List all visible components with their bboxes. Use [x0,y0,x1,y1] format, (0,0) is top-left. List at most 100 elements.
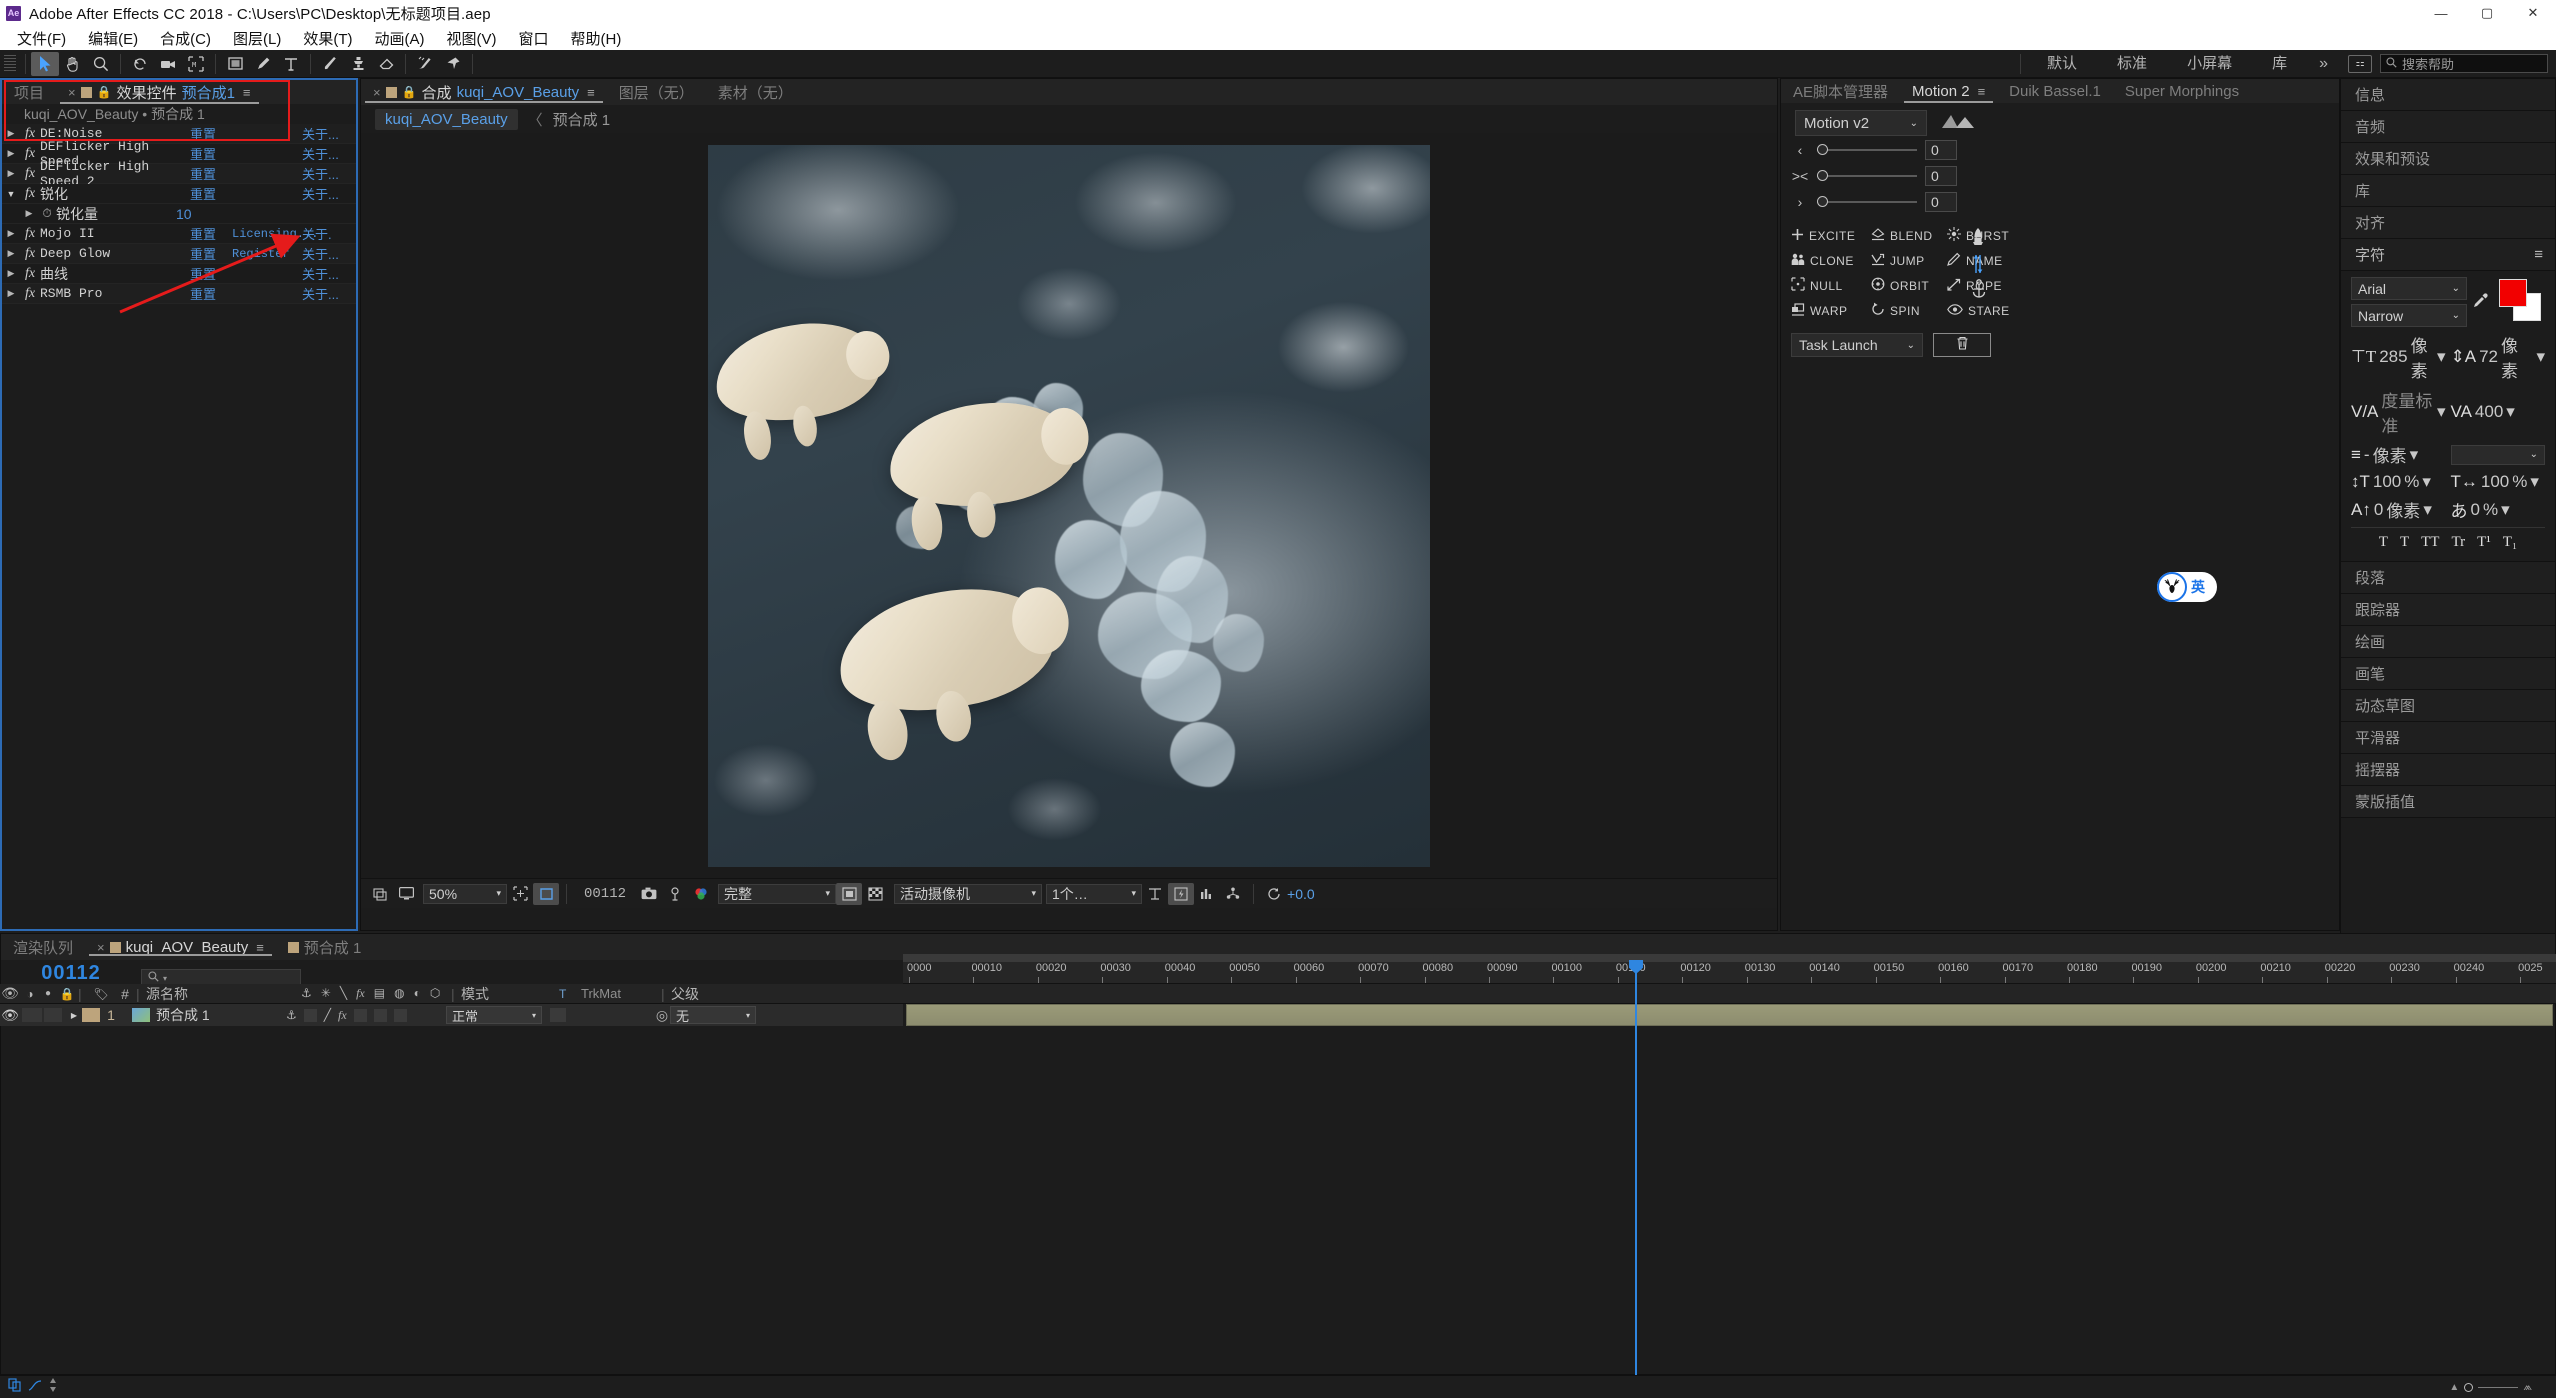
selection-tool[interactable] [31,51,59,76]
text-style-5[interactable]: T₁ [2503,534,2517,551]
toggle-switches-modes-icon[interactable] [8,1377,22,1397]
tab-effect-controls[interactable]: × 🔒 效果控件 预合成1 ≡ [56,80,263,104]
horizontal-scale-value[interactable]: 100 [2481,472,2509,492]
slider-value[interactable]: 0 [1925,192,1957,212]
show-snapshot-icon[interactable] [662,883,688,905]
tab-footage[interactable]: 素材（无） [706,82,805,103]
font-style-select[interactable]: Narrow ⌄ [2351,304,2467,327]
breadcrumb-root[interactable]: kuqi_AOV_Beauty [375,108,518,130]
workspace-settings-icon[interactable]: ⚏ [2348,54,2372,73]
composition-canvas[interactable] [361,133,1777,878]
motion-button-warp[interactable]: WARP [1791,298,1867,323]
fx-icon[interactable]: fx [20,246,40,262]
effect-row[interactable]: ▼ fx 锐化 重置 关于... [2,184,356,204]
fx-icon[interactable]: fx [20,266,40,282]
fast-preview-icon[interactable] [1168,882,1195,905]
chevron-down-icon[interactable]: ▾ [2536,347,2545,367]
tab-super-morphings[interactable]: Super Morphings [2113,79,2251,103]
workspace-库[interactable]: 库 [2252,50,2307,78]
slider-knob[interactable] [1817,196,1828,207]
zoom-in-icon[interactable]: ⩕ [2523,1381,2532,1394]
stopwatch-icon[interactable]: ⏱ [38,206,56,221]
ease-in-slider[interactable]: ‹ 0 [1781,137,2339,163]
layer-switches[interactable]: ⚓ ╱ fx [286,1008,436,1023]
slider-track[interactable] [1817,144,1917,155]
zoom-tool[interactable] [87,52,115,76]
eraser-tool[interactable] [372,52,400,76]
chevron-down-icon[interactable]: ▾ [2506,402,2515,422]
layer-visibility-icon[interactable]: 👁 [0,1007,20,1024]
menu-item-3[interactable]: 图层(L) [222,26,292,51]
stroke-type-select[interactable]: ⌄ [2450,444,2545,465]
camera-select[interactable]: 活动摄像机 ▾ [894,883,1043,904]
leading-value[interactable]: 72 [2479,347,2498,367]
magnification-select[interactable]: 50% ▾ [423,883,507,904]
menu-item-5[interactable]: 动画(A) [363,26,435,51]
table-row[interactable]: 👁 ▶ 1 预合成 1 ⚓ ╱ fx 正常 ▾ ◎ 无 ▾ [0,1004,903,1026]
tracking-value[interactable]: 400 [2475,402,2503,422]
hamburger-icon[interactable]: ≡ [2534,246,2543,263]
fill-color-swatch[interactable] [2499,279,2527,307]
right-panel-对齐[interactable]: 对齐 [2341,207,2555,239]
effect-reset-link[interactable]: 重置 [190,224,232,243]
close-button[interactable]: ✕ [2510,0,2556,26]
slider-caret-icon[interactable]: › [1791,194,1809,210]
effect-reset-link[interactable]: 重置 [190,264,232,283]
stroke-width-value[interactable]: - [2364,445,2370,465]
region-of-interest-icon[interactable] [533,882,559,905]
chevron-down-icon[interactable]: ▾ [2530,472,2539,492]
layer-expand-triangle[interactable]: ▶ [66,1011,82,1020]
property-expand-triangle[interactable]: ▶ [20,208,38,219]
zoom-slider-knob[interactable] [2464,1382,2474,1392]
anchor-point-tool[interactable]: M [182,52,210,76]
menu-item-0[interactable]: 文件(F) [6,26,77,51]
effect-row[interactable]: ▶ fx DEFlicker High Speed 2 重置 关于... [2,159,356,189]
text-style-1[interactable]: T [2400,534,2409,551]
text-style-4[interactable]: T¹ [2477,534,2491,551]
motion-button-null[interactable]: NULL [1791,273,1867,298]
timeline-graph-icon[interactable] [1194,883,1220,905]
effect-reset-link[interactable]: 重置 [190,284,232,303]
effect-about-link[interactable]: 关于... [302,284,339,303]
workspace-more-button[interactable]: » [2307,50,2340,78]
timeline-ruler[interactable]: 0000 00010 00020 00030 00040 00050 00060 00070 0… [903,962,2556,984]
motion-preset-select[interactable]: Motion v2 ⌄ [1795,110,1927,136]
layer-duration-bar[interactable] [906,1004,2553,1026]
renderer-icon[interactable] [1220,883,1246,905]
effect-extra-link[interactable]: Register [232,247,302,261]
effect-row[interactable]: ▶ fx 曲线 重置 关于... [2,264,356,284]
workspace-小屏幕[interactable]: 小屏幕 [2167,50,2252,78]
menu-item-8[interactable]: 帮助(H) [560,26,633,51]
layer-audio-toggle[interactable] [22,1008,42,1022]
delete-button[interactable] [1933,333,1991,357]
timeline-zoom-slider[interactable]: ▲ ⩕ [2449,1381,2548,1394]
roto-brush-tool[interactable] [411,52,439,76]
text-style-2[interactable]: TT [2421,534,2439,551]
chevron-down-icon[interactable]: ▾ [2423,500,2432,520]
zoom-out-icon[interactable]: ▲ [2449,1382,2459,1393]
effect-reset-link[interactable]: 重置 [190,184,232,203]
resolution-select[interactable]: 完整 ▾ [718,883,837,904]
chevron-down-icon[interactable]: ▾ [2410,445,2419,465]
tab-render-queue[interactable]: 渲染队列 [1,937,85,958]
effect-about-link[interactable]: 关于... [302,184,339,203]
clone-stamp-tool[interactable] [344,52,372,76]
effect-reset-link[interactable]: 重置 [190,164,232,183]
effect-expand-triangle[interactable]: ▶ [2,148,20,159]
effect-about-link[interactable]: 关于... [302,244,339,263]
lock-icon[interactable]: 🔒 [97,85,112,99]
right-panel-动态草图[interactable]: 动态草图 [2341,690,2555,722]
slider-track[interactable] [1817,196,1917,207]
vertical-scale-value[interactable]: 100 [2373,472,2401,492]
effect-expand-triangle[interactable]: ▼ [2,189,20,199]
motion-button-spin[interactable]: SPIN [1871,298,1943,323]
effect-about-link[interactable]: 关于... [302,264,339,283]
kerning-value[interactable]: 度量标准 [2381,387,2434,437]
effect-about-link[interactable]: 关于... [302,124,339,143]
breadcrumb-child[interactable]: 预合成 1 [553,109,611,130]
motion-button-jump[interactable]: JUMP [1871,248,1943,273]
baseline-shift-value[interactable]: 0 [2374,500,2383,520]
workspace-默认[interactable]: 默认 [2027,50,2097,78]
region-of-interest-toggle-icon[interactable] [836,882,863,905]
always-preview-icon[interactable] [367,883,393,905]
